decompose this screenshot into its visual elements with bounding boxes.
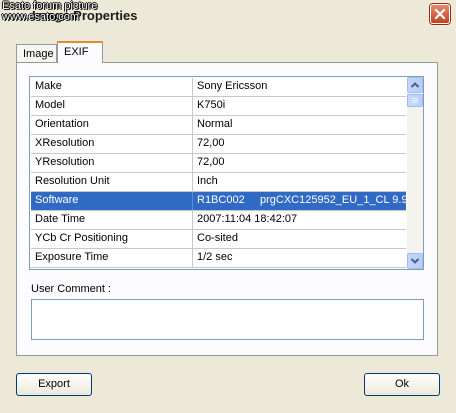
- exif-key: Software: [31, 192, 193, 210]
- exif-table: Make Sony Ericsson Model K750i Orientati…: [29, 76, 424, 270]
- ok-button[interactable]: Ok: [364, 373, 440, 396]
- scroll-up-icon: [410, 82, 420, 88]
- table-row[interactable]: Model K750i: [31, 97, 406, 116]
- export-button[interactable]: Export: [16, 373, 92, 396]
- close-button[interactable]: [430, 4, 450, 24]
- scroll-down-icon: [410, 258, 420, 264]
- scroll-up-button[interactable]: [407, 77, 423, 93]
- table-row[interactable]: YCb Cr Positioning Co-sited: [31, 230, 406, 249]
- watermark: Esato forum picture www.esato.com: [2, 1, 97, 23]
- exif-value: 2007:11:04 18:42:07: [197, 213, 298, 225]
- table-row[interactable]: Orientation Normal: [31, 116, 406, 135]
- table-row[interactable]: XResolution 72,00: [31, 135, 406, 154]
- tab-exif[interactable]: EXIF: [57, 41, 103, 63]
- tab-image[interactable]: Image: [16, 44, 57, 62]
- exif-value: R1BC002 prgCXC125952_EU_1_CL 9.9: [197, 194, 406, 206]
- exif-key: Exposure Time: [31, 249, 193, 267]
- table-row[interactable]: Make Sony Ericsson: [31, 78, 406, 97]
- exif-value: 72,00: [197, 156, 225, 168]
- scroll-down-button[interactable]: [407, 253, 423, 269]
- vertical-scrollbar[interactable]: [407, 77, 423, 269]
- exif-key: XResolution: [31, 135, 193, 153]
- close-icon: [434, 8, 446, 20]
- table-row[interactable]: Date Time 2007:11:04 18:42:07: [31, 211, 406, 230]
- exif-key: Model: [31, 97, 193, 115]
- exif-value: 72,00: [197, 137, 225, 149]
- exif-value: Sony Ericsson: [197, 80, 268, 92]
- table-row[interactable]: Exposure Time 1/2 sec: [31, 249, 406, 268]
- grip-icon: [412, 98, 418, 103]
- exif-key: YResolution: [31, 154, 193, 172]
- exif-value: K750i: [197, 99, 226, 111]
- exif-key: Orientation: [31, 116, 193, 134]
- exif-key: Date Time: [31, 211, 193, 229]
- exif-value: 1/2 sec: [197, 251, 233, 263]
- user-comment-field[interactable]: [31, 299, 424, 340]
- exif-value: Co-sited: [197, 232, 238, 244]
- exif-value: Normal: [197, 118, 233, 130]
- exif-key: Make: [31, 78, 193, 96]
- table-row[interactable]: YResolution 72,00: [31, 154, 406, 173]
- title-bar: Image Properties Esato forum picture www…: [0, 0, 456, 30]
- user-comment-label: User Comment :: [31, 283, 112, 295]
- table-row[interactable]: Resolution Unit Inch: [31, 173, 406, 192]
- exif-value: Inch: [197, 175, 218, 187]
- table-row-selected[interactable]: Software R1BC002 prgCXC125952_EU_1_CL 9.…: [31, 192, 406, 211]
- watermark-line-2: www.esato.com: [2, 11, 80, 23]
- exif-key: Resolution Unit: [31, 173, 193, 191]
- exif-key: YCb Cr Positioning: [31, 230, 193, 248]
- scroll-thumb[interactable]: [407, 94, 423, 107]
